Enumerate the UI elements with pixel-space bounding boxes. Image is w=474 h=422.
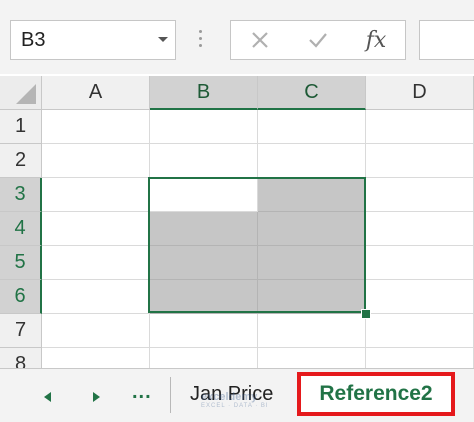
column-header-c[interactable]: C <box>258 76 366 110</box>
tab-divider <box>170 377 171 413</box>
cell-c3[interactable] <box>258 178 366 212</box>
cell-d7[interactable] <box>366 314 474 348</box>
cell-d1[interactable] <box>366 110 474 144</box>
row-header-3[interactable]: 3 <box>0 178 42 212</box>
row-header-7[interactable]: 7 <box>0 314 42 348</box>
watermark-logo: exceldemy EXCEL · DATA · BI <box>201 391 283 409</box>
close-icon <box>252 32 268 48</box>
row-header-6[interactable]: 6 <box>0 280 42 314</box>
cell-a4[interactable] <box>42 212 150 246</box>
cell-c4[interactable] <box>258 212 366 246</box>
row-header-1[interactable]: 1 <box>0 110 42 144</box>
cell-b5[interactable] <box>150 246 258 280</box>
name-box[interactable]: B3 <box>10 20 176 60</box>
watermark-line-1: exceldemy <box>201 391 258 403</box>
formula-bar: B3 fx <box>0 0 474 74</box>
cell-c7[interactable] <box>258 314 366 348</box>
cell-a5[interactable] <box>42 246 150 280</box>
enter-button[interactable] <box>289 20 347 60</box>
cell-b1[interactable] <box>150 110 258 144</box>
triangle-left-icon <box>44 392 51 402</box>
cancel-button[interactable] <box>231 20 289 60</box>
row-header-2[interactable]: 2 <box>0 144 42 178</box>
row-header-5[interactable]: 5 <box>0 246 42 280</box>
cell-a7[interactable] <box>42 314 150 348</box>
cell-a3[interactable] <box>42 178 150 212</box>
cell-a1[interactable] <box>42 110 150 144</box>
check-icon <box>309 33 327 48</box>
column-header-d[interactable]: D <box>366 76 474 110</box>
name-box-value: B3 <box>21 28 46 51</box>
sheet-tab-reference2-active[interactable]: Reference2 <box>297 372 455 416</box>
column-header-a[interactable]: A <box>42 76 150 110</box>
cell-b7[interactable] <box>150 314 258 348</box>
cell-b2[interactable] <box>150 144 258 178</box>
more-sheets-button[interactable]: ... <box>132 381 152 404</box>
grip-dots-icon <box>199 30 203 52</box>
cell-c5[interactable] <box>258 246 366 280</box>
watermark-line-2: EXCEL · DATA · BI <box>201 403 269 409</box>
cell-a6[interactable] <box>42 280 150 314</box>
scroll-tabs-right-button[interactable] <box>86 387 106 407</box>
formula-buttons: fx <box>230 20 406 60</box>
triangle-right-icon <box>93 392 100 402</box>
row-header-4[interactable]: 4 <box>0 212 42 246</box>
cell-d4[interactable] <box>366 212 474 246</box>
select-all-corner[interactable] <box>0 76 42 110</box>
formula-input[interactable] <box>419 20 474 60</box>
cell-b4[interactable] <box>150 212 258 246</box>
column-header-b[interactable]: B <box>150 76 258 110</box>
cell-c6[interactable] <box>258 280 366 314</box>
cell-b3-active[interactable] <box>150 178 258 212</box>
cell-c2[interactable] <box>258 144 366 178</box>
cell-d6[interactable] <box>366 280 474 314</box>
cell-d5[interactable] <box>366 246 474 280</box>
chevron-down-icon[interactable] <box>151 36 175 44</box>
cell-c1[interactable] <box>258 110 366 144</box>
fill-handle[interactable] <box>361 309 371 319</box>
cell-a2[interactable] <box>42 144 150 178</box>
scroll-tabs-left-button[interactable] <box>38 387 58 407</box>
sheet-tab-bar: ... Jan Price exceldemy EXCEL · DATA · B… <box>0 368 474 422</box>
cell-d3[interactable] <box>366 178 474 212</box>
cell-b6[interactable] <box>150 280 258 314</box>
fx-icon: fx <box>365 27 387 53</box>
cell-d2[interactable] <box>366 144 474 178</box>
insert-function-button[interactable]: fx <box>347 20 405 60</box>
